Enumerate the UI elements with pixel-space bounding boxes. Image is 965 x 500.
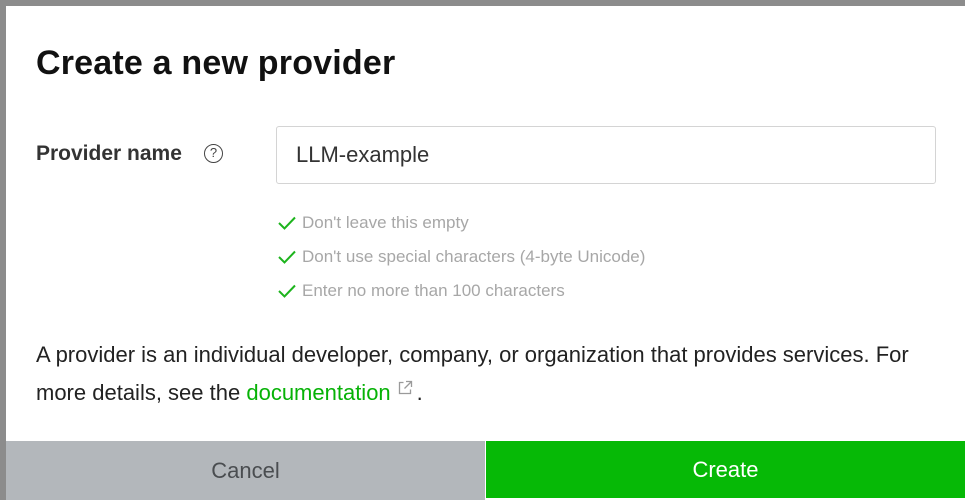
validation-list: Don't leave this empty Don't use special… [278, 206, 645, 308]
create-provider-dialog: Create a new provider Provider name ? Do… [6, 6, 965, 500]
provider-name-label: Provider name [36, 142, 182, 165]
provider-name-input[interactable] [276, 126, 936, 184]
question-circle-icon[interactable]: ? [204, 144, 223, 163]
documentation-link[interactable]: documentation [246, 380, 390, 405]
dialog-title: Create a new provider [36, 44, 396, 82]
description-text: A provider is an individual developer, c… [36, 342, 909, 405]
validation-item: Don't leave this empty [278, 206, 645, 240]
description-end: . [416, 380, 423, 405]
validation-text: Don't leave this empty [302, 213, 469, 232]
cancel-button[interactable]: Cancel [6, 441, 485, 500]
validation-text: Enter no more than 100 characters [302, 281, 565, 300]
validation-text: Don't use special characters (4-byte Uni… [302, 247, 646, 266]
check-icon [278, 216, 296, 230]
check-icon [278, 284, 296, 298]
create-button[interactable]: Create [486, 441, 965, 498]
validation-item: Enter no more than 100 characters [278, 274, 645, 308]
provider-description: A provider is an individual developer, c… [36, 336, 916, 412]
external-link-icon[interactable] [397, 380, 413, 396]
validation-item: Don't use special characters (4-byte Uni… [278, 240, 645, 274]
check-icon [278, 250, 296, 264]
